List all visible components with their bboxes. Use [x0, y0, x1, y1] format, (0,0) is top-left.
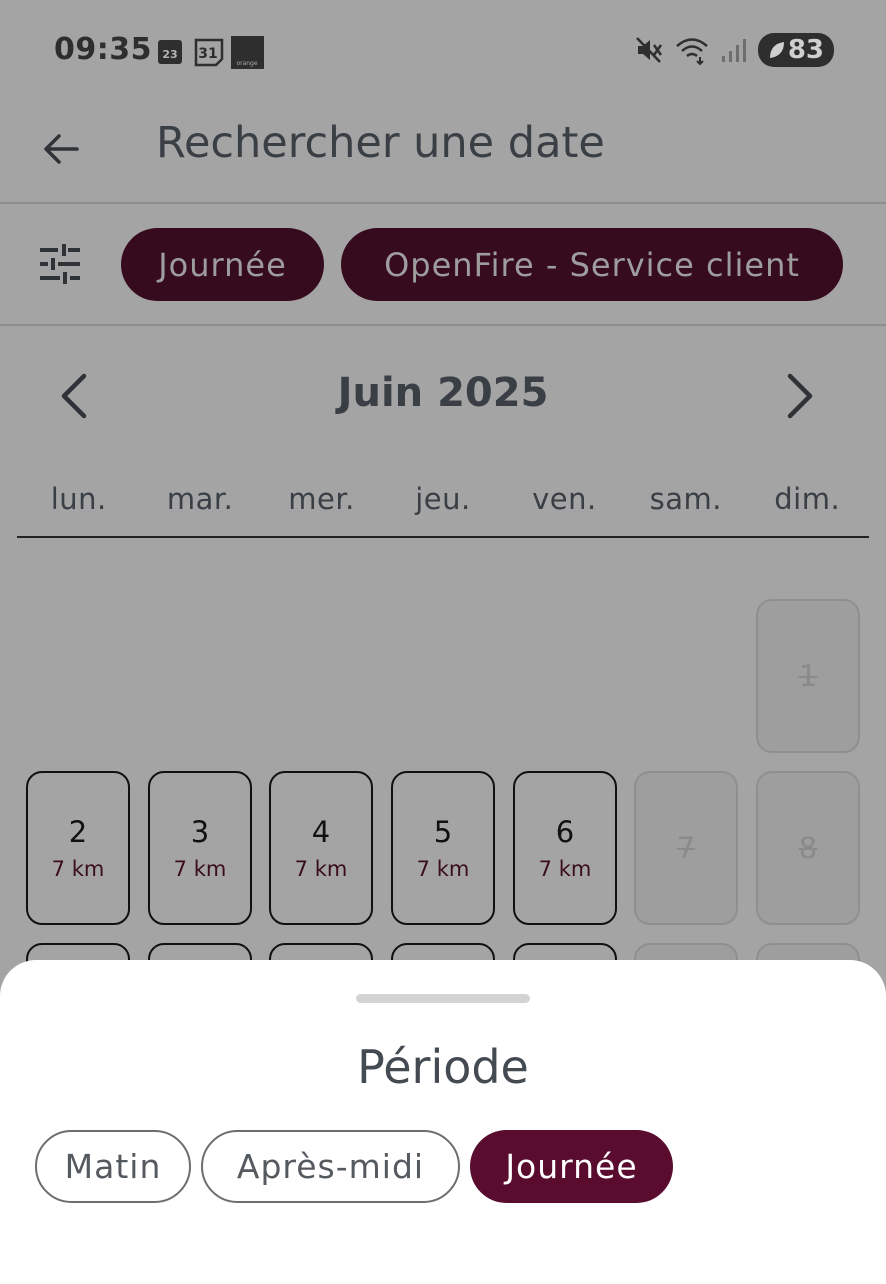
- period-option-label: Journée: [505, 1147, 638, 1186]
- arrow-left-icon: [44, 134, 79, 164]
- day-distance: 7 km: [173, 857, 227, 881]
- day-number: 7: [676, 831, 696, 865]
- day-cell[interactable]: 5 7 km: [391, 771, 495, 925]
- day-distance: 7 km: [51, 857, 105, 881]
- next-month-button[interactable]: [770, 366, 830, 426]
- weekday-label: ven.: [532, 482, 597, 516]
- day-distance: 7 km: [416, 857, 470, 881]
- weekday-divider: [17, 536, 869, 538]
- signal-icon: [721, 39, 746, 62]
- back-button[interactable]: [30, 118, 92, 180]
- period-option-apres-midi[interactable]: Après-midi: [201, 1130, 460, 1203]
- filter-bar: Journée OpenFire - Service client: [0, 204, 886, 324]
- day-number: 6: [555, 815, 575, 849]
- day-cell-unavailable: 1: [756, 599, 860, 753]
- weekday-label: jeu.: [415, 482, 471, 516]
- day-cell-unavailable: 7: [634, 771, 738, 925]
- weekday-label: lun.: [50, 482, 107, 516]
- status-time: 09:35: [54, 32, 152, 67]
- chip-label: OpenFire - Service client: [384, 245, 800, 284]
- sheet-drag-handle[interactable]: [356, 994, 530, 1003]
- period-option-journee[interactable]: Journée: [470, 1130, 673, 1203]
- svg-text:31: 31: [198, 46, 217, 62]
- day-cell-unavailable: 8: [756, 771, 860, 925]
- period-option-matin[interactable]: Matin: [35, 1130, 191, 1203]
- day-number: 5: [433, 815, 453, 849]
- calendar-31-icon: 31: [194, 37, 224, 71]
- sheet-title: Période: [357, 1040, 529, 1094]
- weekday-label: dim.: [774, 482, 841, 516]
- status-bar: 09:35 23 31 orange 83: [0, 0, 886, 104]
- period-option-label: Matin: [64, 1147, 162, 1186]
- month-navigation: Juin 2025: [0, 350, 886, 440]
- day-number: 3: [190, 815, 210, 849]
- svg-text:orange: orange: [236, 60, 257, 67]
- wifi-icon: [675, 38, 708, 65]
- page-title: Rechercher une date: [156, 118, 605, 168]
- app-bar: Rechercher une date: [0, 104, 886, 202]
- battery-level: 83: [787, 35, 824, 65]
- day-cell[interactable]: 4 7 km: [269, 771, 373, 925]
- status-icons: 83: [634, 33, 834, 67]
- day-distance: 7 km: [538, 857, 592, 881]
- tune-icon: [40, 244, 80, 284]
- divider: [0, 324, 886, 326]
- day-number: 1: [798, 659, 818, 693]
- mute-icon: [635, 37, 662, 63]
- chevron-right-icon: [787, 373, 813, 419]
- day-number: 2: [68, 815, 88, 849]
- day-number: 4: [311, 815, 331, 849]
- day-cell[interactable]: 6 7 km: [513, 771, 617, 925]
- weekday-label: mer.: [288, 482, 355, 516]
- chip-service-filter[interactable]: OpenFire - Service client: [341, 228, 843, 301]
- day-cell[interactable]: 3 7 km: [148, 771, 252, 925]
- period-option-label: Après-midi: [236, 1147, 425, 1186]
- orange-icon: orange: [231, 36, 264, 73]
- calendar-icon: 23: [157, 37, 183, 69]
- filter-button[interactable]: [30, 236, 90, 292]
- leaf-icon: [769, 42, 784, 58]
- day-number: 8: [798, 831, 818, 865]
- month-title: Juin 2025: [337, 370, 549, 416]
- period-bottom-sheet: Période Matin Après-midi Journée: [0, 960, 886, 1284]
- battery-icon: 83: [757, 33, 834, 67]
- svg-text:23: 23: [162, 48, 177, 61]
- day-distance: 7 km: [294, 857, 348, 881]
- chip-label: Journée: [158, 245, 287, 284]
- chip-period-filter[interactable]: Journée: [121, 228, 324, 301]
- day-cell[interactable]: 2 7 km: [26, 771, 130, 925]
- weekday-label: sam.: [649, 482, 722, 516]
- weekday-header: lun. mar. mer. jeu. ven. sam. dim.: [18, 482, 868, 526]
- weekday-label: mar.: [166, 482, 234, 516]
